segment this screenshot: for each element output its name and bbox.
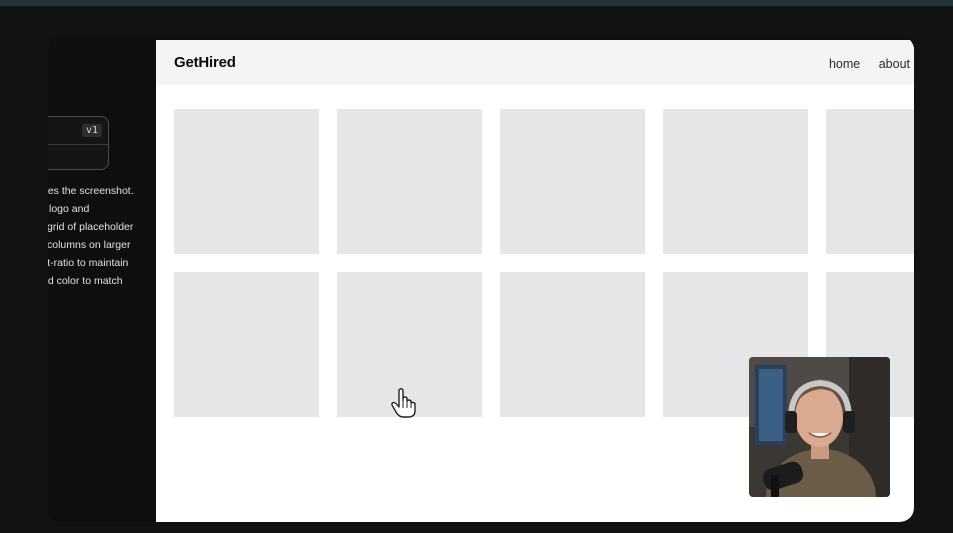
- nav-link-about[interactable]: about: [879, 57, 910, 71]
- webcam-person-image: [749, 357, 890, 497]
- description-line: nes the screenshot.: [48, 185, 134, 197]
- placeholder-tile: [174, 272, 319, 417]
- version-card[interactable]: v1: [48, 116, 109, 170]
- description-line: columns on larger: [48, 239, 131, 251]
- placeholder-tile: [500, 272, 645, 417]
- navbar: GetHired home about: [156, 40, 914, 85]
- chat-panel: v1 nes the screenshot. logo and grid of …: [48, 36, 156, 522]
- placeholder-tile: [826, 109, 914, 254]
- description-text: nes the screenshot. logo and grid of pla…: [48, 182, 156, 290]
- nav-link-home[interactable]: home: [829, 57, 860, 71]
- description-line: logo and: [49, 203, 90, 215]
- version-badge: v1: [81, 124, 102, 137]
- placeholder-tile: [500, 109, 645, 254]
- top-bar: [0, 0, 953, 6]
- description-line: ct-ratio to maintain: [48, 257, 129, 269]
- placeholder-tile: [663, 109, 808, 254]
- hand-pointer-cursor-icon: [391, 388, 416, 418]
- description-line: nd color to match: [48, 275, 123, 287]
- site-logo[interactable]: GetHired: [174, 54, 236, 71]
- nav-links: home about: [815, 55, 910, 73]
- version-card-divider: [48, 144, 108, 145]
- webcam-overlay: [749, 357, 890, 497]
- description-line: grid of placeholder: [48, 221, 134, 233]
- placeholder-tile: [337, 109, 482, 254]
- placeholder-tile: [174, 109, 319, 254]
